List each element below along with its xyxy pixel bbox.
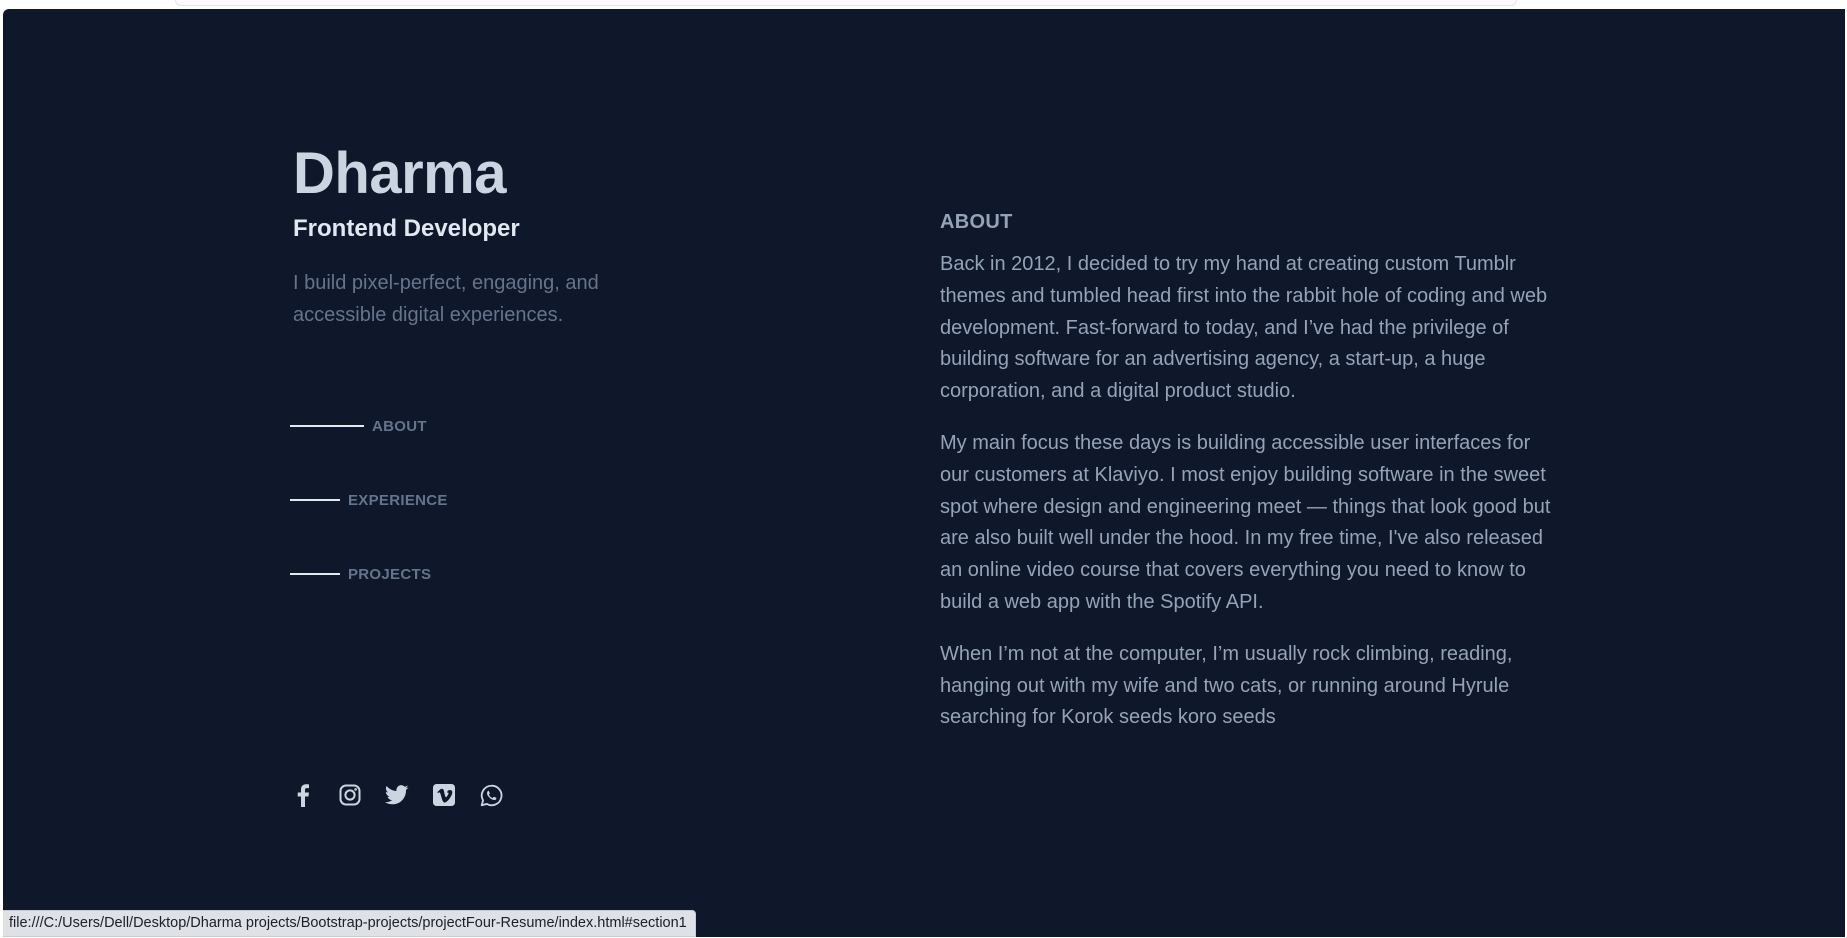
profile-tagline: I build pixel-perfect, engaging, and acc… [293,272,599,326]
whatsapp-icon[interactable] [478,782,504,808]
about-paragraph: Back in 2012, I decided to try my hand a… [940,253,1548,403]
instagram-icon[interactable] [337,782,363,808]
profile-header: Dharma Frontend Developer I build pixel-… [293,139,813,331]
nav-item-projects[interactable]: PROJECTS [290,562,448,586]
profile-name: Dharma [293,141,506,206]
nav-label-experience: EXPERIENCE [348,491,448,509]
nav-label-projects: PROJECTS [348,565,432,583]
profile-role: Frontend Developer [293,215,520,242]
nav-item-about[interactable]: ABOUT [290,414,448,438]
nav-indicator-line [290,425,364,427]
nav-item-experience[interactable]: EXPERIENCE [290,488,448,512]
nav-indicator-line [290,573,340,575]
twitter-icon[interactable] [384,782,410,808]
about-paragraph: When I’m not at the computer, I’m usuall… [940,642,1513,729]
nav-label-about: ABOUT [372,417,427,435]
browser-top-strip [0,0,1847,9]
about-section-title: ABOUT [940,211,1013,233]
vimeo-icon[interactable] [431,782,457,808]
facebook-icon[interactable] [290,782,316,808]
section-nav: ABOUT EXPERIENCE PROJECTS [290,414,448,636]
browser-status-bar-url: file:///C:/Users/Dell/Desktop/Dharma pro… [3,910,696,937]
social-links [290,782,525,808]
about-paragraph: My main focus these days is building acc… [940,431,1551,613]
about-section: ABOUT Back in 2012, I decided to try my … [940,207,1560,754]
nav-indicator-line [290,499,340,501]
browser-toolbar-edge [175,0,1517,6]
page-viewport: Dharma Frontend Developer I build pixel-… [3,9,1845,937]
